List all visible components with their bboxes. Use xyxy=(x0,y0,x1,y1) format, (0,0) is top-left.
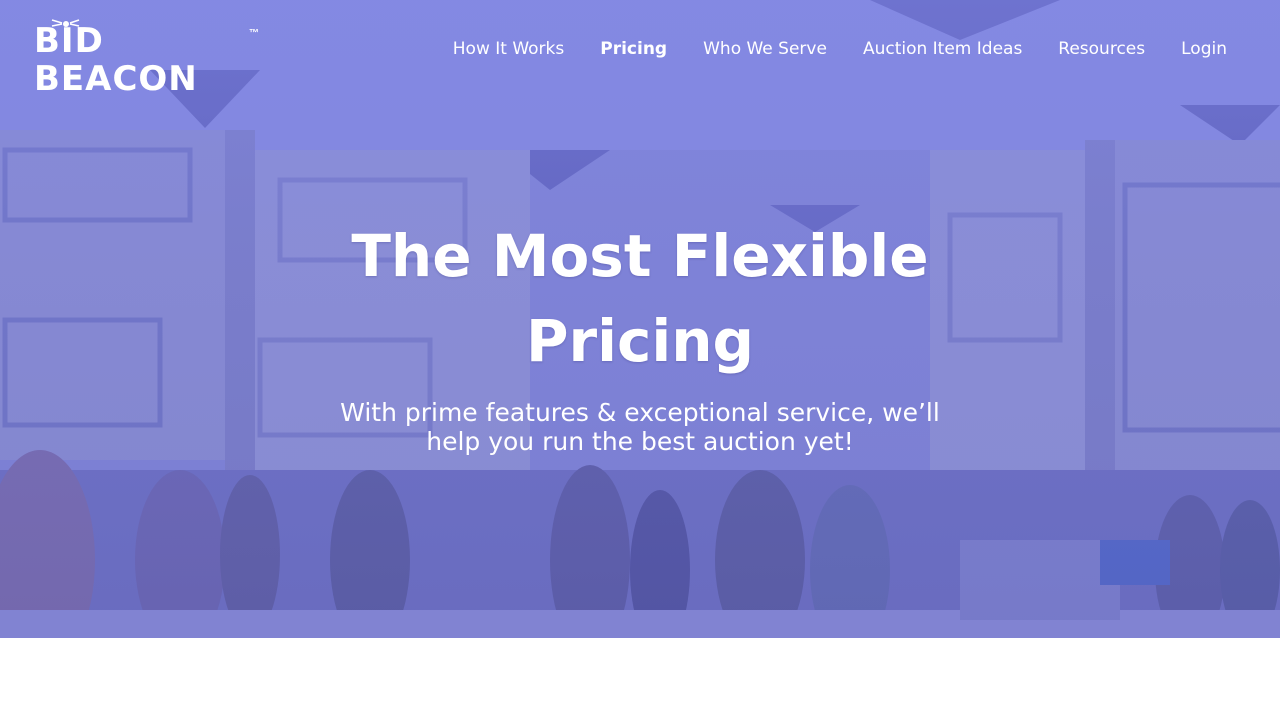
nav-auction-item-ideas[interactable]: Auction Item Ideas xyxy=(863,37,1022,61)
page-headline: The Most Flexible Pricing xyxy=(300,214,980,384)
hero-section: BID BEACON ™ How It Works Pricing Who We… xyxy=(0,0,1280,638)
logo-trademark: ™ xyxy=(249,28,259,39)
nav-how-it-works[interactable]: How It Works xyxy=(453,37,564,61)
nav-who-we-serve[interactable]: Who We Serve xyxy=(703,37,827,61)
page-subheadline: With prime features & exceptional servic… xyxy=(340,398,940,456)
headline-line-1: The Most Flexible xyxy=(351,222,929,290)
bid-beacon-logo[interactable]: BID BEACON ™ xyxy=(34,18,262,98)
main-navigation: How It Works Pricing Who We Serve Auctio… xyxy=(453,36,1227,62)
nav-resources[interactable]: Resources xyxy=(1058,37,1145,61)
nav-login[interactable]: Login xyxy=(1181,37,1227,61)
headline-line-2: Pricing xyxy=(525,307,755,375)
nav-pricing[interactable]: Pricing xyxy=(600,37,667,61)
logo-wordmark: BID BEACON xyxy=(34,21,198,99)
